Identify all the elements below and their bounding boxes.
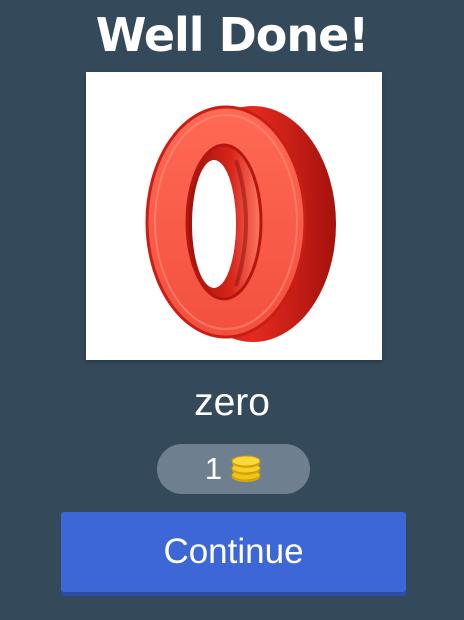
continue-button[interactable]: Continue [61, 512, 406, 592]
answer-word: zero [194, 381, 270, 424]
coins-icon [231, 455, 261, 482]
red-zero-icon [145, 105, 336, 342]
coin-count: 1 [204, 451, 223, 486]
page-title: Well Done! [95, 8, 370, 62]
question-image [86, 72, 382, 360]
coin-reward-badge: 1 [157, 444, 310, 494]
